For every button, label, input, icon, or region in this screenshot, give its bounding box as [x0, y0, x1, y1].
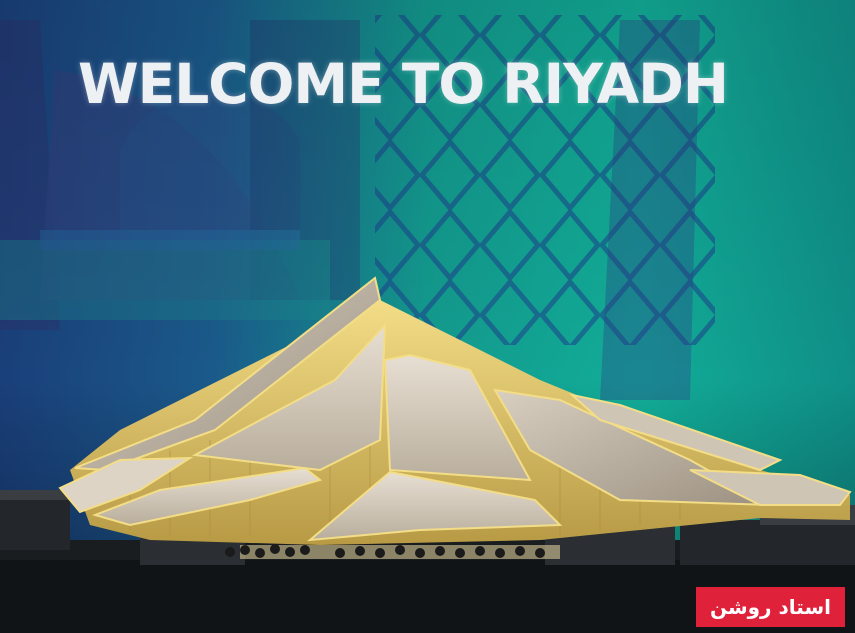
- caption-badge: استاد روشن: [695, 587, 845, 627]
- welcome-screen-text: WELCOME TO RIYADH: [78, 52, 729, 116]
- stadium-model-photo: WELCOME TO RIYADH استاد روشن: [0, 0, 855, 633]
